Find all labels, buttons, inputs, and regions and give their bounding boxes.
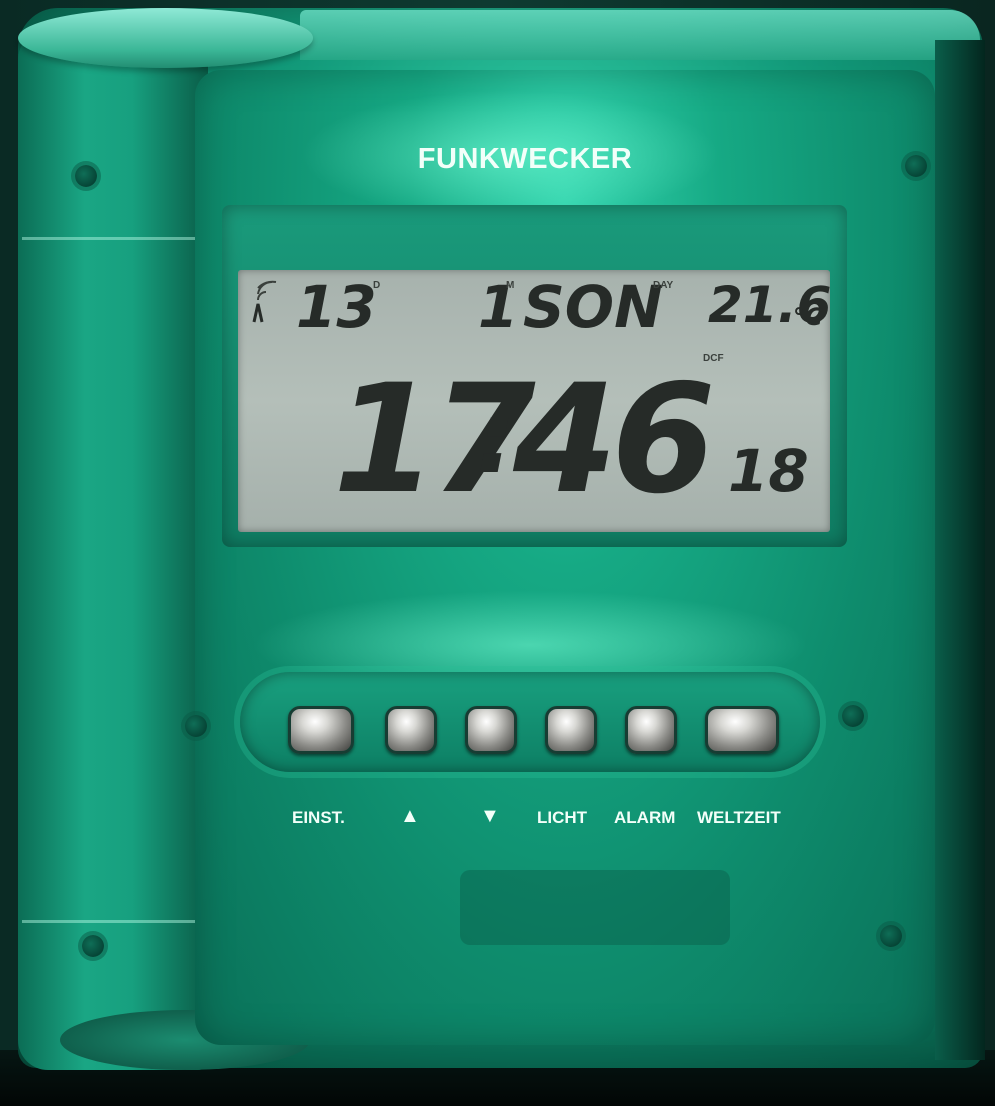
screw-hole — [880, 925, 902, 947]
weekday: SON — [523, 273, 663, 341]
alarm-button[interactable] — [625, 706, 677, 754]
internal-battery-compartment — [460, 870, 730, 945]
screw-hole — [82, 935, 104, 957]
side-cylinder — [18, 30, 208, 1070]
up-arrow-icon: ▲ — [400, 805, 420, 827]
time-colon: : — [476, 379, 516, 496]
screw-hole — [842, 705, 864, 727]
time-seconds: 18 — [728, 437, 809, 505]
time-minutes: 46 — [513, 353, 716, 527]
down-button[interactable] — [465, 706, 517, 754]
lcd-display: 13 D 1 M SON DAY 21.6 °C DCF 17 : 46 18 — [238, 270, 830, 532]
radio-signal-icon — [252, 280, 277, 323]
alarm-button-label: ALARM — [614, 808, 676, 827]
set-button-label: EINST. — [292, 808, 345, 827]
temperature-unit: °C — [793, 303, 823, 331]
light-button[interactable] — [545, 706, 597, 754]
cylinder-ring — [22, 920, 202, 923]
cylinder-ring — [22, 237, 202, 240]
weekday-marker: DAY — [653, 280, 674, 291]
up-button[interactable] — [385, 706, 437, 754]
month-marker: M — [506, 280, 515, 291]
screw-hole — [905, 155, 927, 177]
screw-hole — [75, 165, 97, 187]
housing-top-rim — [300, 10, 980, 60]
light-button-label: LICHT — [537, 808, 588, 827]
brand-label: FUNKWECKER — [417, 143, 633, 175]
world-time-button[interactable] — [705, 706, 779, 754]
set-button[interactable] — [288, 706, 354, 754]
day-marker: D — [373, 280, 381, 291]
screw-hole — [185, 715, 207, 737]
cylinder-cap — [18, 8, 313, 68]
world-time-button-label: WELTZEIT — [697, 808, 781, 827]
housing-right-edge — [935, 40, 985, 1060]
down-arrow-icon: ▼ — [480, 805, 500, 827]
date-day: 13 — [296, 273, 377, 341]
